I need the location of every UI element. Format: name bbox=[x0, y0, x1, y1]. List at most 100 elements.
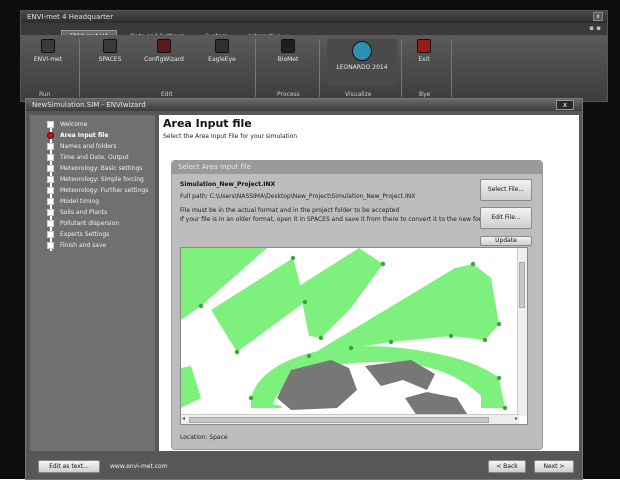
eagle-eye-button[interactable]: EagleEye bbox=[197, 39, 247, 63]
biomet-button[interactable]: BioMet bbox=[263, 39, 313, 63]
group-process-label: Process bbox=[277, 91, 300, 98]
select-file-button[interactable]: Select File... bbox=[480, 179, 532, 201]
area-map-view[interactable]: ◂ ▸ bbox=[180, 247, 528, 425]
leonardo-button[interactable]: LEONARDO 2014 bbox=[327, 39, 397, 87]
config-wizard-button[interactable]: ConfigWizard bbox=[139, 39, 189, 63]
page-subtitle: Select the Area Input File for your simu… bbox=[163, 133, 298, 140]
vegetation-point bbox=[502, 405, 508, 411]
step-area-input-file[interactable]: Area Input file bbox=[38, 130, 156, 141]
headquarter-title: ENVI-met 4 Headquarter bbox=[27, 13, 114, 21]
step-box bbox=[47, 187, 54, 194]
group-bye-label: Bye bbox=[419, 91, 431, 98]
step-soils-and-plants[interactable]: Soils and Plants bbox=[38, 207, 156, 218]
spaces-icon bbox=[103, 39, 117, 53]
select-area-input-panel: Select Area Input file Simulation_New_Pr… bbox=[171, 160, 543, 450]
vegetation-point bbox=[496, 321, 502, 327]
next-button[interactable]: Next > bbox=[534, 460, 574, 473]
step-time-and-date[interactable]: Time and Date, Output bbox=[38, 152, 156, 163]
step-finish-and-save[interactable]: Finish and save bbox=[38, 240, 156, 251]
step-box bbox=[47, 154, 54, 161]
area-map bbox=[181, 248, 519, 416]
back-button[interactable]: < Back bbox=[488, 460, 526, 473]
scroll-left-icon[interactable]: ◂ bbox=[182, 415, 185, 423]
vegetation-point bbox=[302, 299, 308, 305]
edit-as-text-button[interactable]: Edit as text... bbox=[38, 460, 100, 473]
step-box bbox=[47, 143, 54, 150]
page-title: Area Input file bbox=[163, 117, 252, 130]
step-box bbox=[47, 198, 54, 205]
wizard-title: NewSimulation.SIM - ENVIwizard bbox=[32, 101, 146, 109]
step-experts-settings[interactable]: Experts Settings bbox=[38, 229, 156, 240]
leonardo-icon bbox=[352, 41, 372, 61]
exit-button[interactable]: Exit bbox=[399, 39, 449, 63]
spaces-button[interactable]: SPACES bbox=[85, 39, 135, 63]
vegetation-point bbox=[198, 303, 204, 309]
wizard-window: NewSimulation.SIM - ENVIwizard x Welcome… bbox=[25, 98, 583, 480]
format-note: File must be in the actual format and in… bbox=[180, 207, 400, 214]
current-step-marker-icon bbox=[47, 132, 54, 139]
ribbon-options-icon[interactable]: ▪ ▪ bbox=[589, 24, 601, 32]
wizard-steps-sidebar: Welcome Area Input file Names and folder… bbox=[30, 115, 155, 451]
wizard-close-button[interactable]: x bbox=[556, 100, 574, 110]
horizontal-scroll-thumb[interactable] bbox=[189, 417, 489, 423]
wizard-titlebar: NewSimulation.SIM - ENVIwizard x bbox=[26, 99, 582, 111]
step-names-and-folders[interactable]: Names and folders bbox=[38, 141, 156, 152]
scroll-right-icon[interactable]: ▸ bbox=[515, 415, 518, 423]
wizard-content: Area Input file Select the Area Input Fi… bbox=[159, 115, 579, 451]
step-box bbox=[47, 231, 54, 238]
vegetation-point bbox=[348, 345, 354, 351]
map-vertical-scrollbar[interactable] bbox=[517, 248, 527, 416]
step-box bbox=[47, 176, 54, 183]
wizard-footer: Edit as text... www.envi-met.com < Back … bbox=[26, 453, 582, 479]
location-label: Location: Space bbox=[180, 434, 228, 441]
eagle-eye-icon bbox=[215, 39, 229, 53]
vegetation-point bbox=[248, 395, 254, 401]
step-box bbox=[47, 209, 54, 216]
vegetation-point bbox=[380, 261, 386, 267]
step-meteorology-basic[interactable]: Meteorology: Basic settings bbox=[38, 163, 156, 174]
update-button[interactable]: Update bbox=[480, 236, 532, 246]
headquarter-close-button[interactable]: x bbox=[593, 12, 603, 21]
group-run-label: Run bbox=[39, 91, 51, 98]
vegetation-point bbox=[318, 335, 324, 341]
ribbon-tabs: ENVI-met V4 Data and Settings System Int… bbox=[21, 23, 607, 41]
headquarter-titlebar: ENVI-met 4 Headquarter x bbox=[21, 11, 607, 23]
headquarter-window: ENVI-met 4 Headquarter x ENVI-met V4 Dat… bbox=[20, 10, 608, 102]
config-wizard-icon bbox=[157, 39, 171, 53]
website-link[interactable]: www.envi-met.com bbox=[110, 463, 168, 470]
ribbon: ENVI-met SPACES ConfigWizard EagleEye Bi… bbox=[21, 35, 607, 101]
vegetation-point bbox=[470, 261, 476, 267]
step-box bbox=[47, 121, 54, 128]
panel-header: Select Area Input file bbox=[172, 161, 542, 174]
vegetation-point bbox=[482, 337, 488, 343]
vegetation-point bbox=[306, 353, 312, 359]
screen: ENVI-met 4 Headquarter x ENVI-met V4 Dat… bbox=[0, 0, 620, 480]
step-box bbox=[47, 165, 54, 172]
steps-list: Welcome Area Input file Names and folder… bbox=[38, 119, 156, 251]
vegetation-point bbox=[234, 349, 240, 355]
ribbon-separator bbox=[451, 39, 452, 97]
file-full-path: Full path: C:\Users\NASSIMA\Desktop\New_… bbox=[180, 193, 416, 200]
map-horizontal-scrollbar[interactable]: ◂ ▸ bbox=[181, 414, 519, 424]
step-welcome[interactable]: Welcome bbox=[38, 119, 156, 130]
conversion-note: If your file is in an older format, open… bbox=[180, 216, 493, 223]
step-pollutant-dispersion[interactable]: Pollutant dispersion bbox=[38, 218, 156, 229]
group-edit-label: Edit bbox=[161, 91, 173, 98]
vegetation-point bbox=[448, 333, 454, 339]
exit-icon bbox=[417, 39, 431, 53]
envimet-run-icon bbox=[41, 39, 55, 53]
step-meteorology-simple-forcing[interactable]: Meteorology: Simple forcing bbox=[38, 174, 156, 185]
ribbon-separator bbox=[255, 39, 256, 97]
vegetation-point bbox=[290, 255, 296, 261]
file-name: Simulation_New_Project.INX bbox=[180, 181, 276, 188]
step-meteorology-further[interactable]: Meteorology: Further settings bbox=[38, 185, 156, 196]
vertical-scroll-thumb[interactable] bbox=[519, 262, 525, 308]
step-box bbox=[47, 220, 54, 227]
ribbon-separator bbox=[79, 39, 80, 97]
edit-file-button[interactable]: Edit File... bbox=[480, 207, 532, 229]
biomet-icon bbox=[281, 39, 295, 53]
step-model-timing[interactable]: Model timing bbox=[38, 196, 156, 207]
envimet-run-button[interactable]: ENVI-met bbox=[23, 39, 73, 63]
vegetation-point bbox=[496, 375, 502, 381]
step-box bbox=[47, 242, 54, 249]
